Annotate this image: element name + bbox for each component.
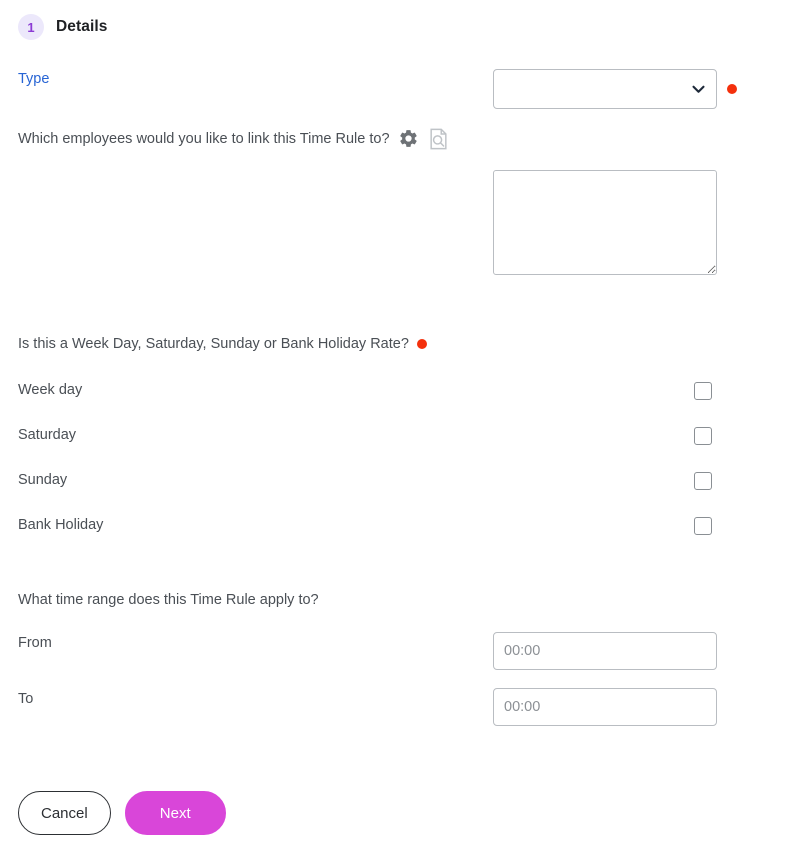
- sunday-row: Sunday: [18, 471, 768, 491]
- weekday-label: Week day: [18, 382, 83, 398]
- saturday-row: Saturday: [18, 426, 768, 446]
- employees-label: Which employees would you like to link t…: [18, 131, 390, 147]
- rate-type-label: Is this a Week Day, Saturday, Sunday or …: [18, 336, 409, 352]
- type-required-indicator: [727, 84, 737, 94]
- page-title: Details: [56, 18, 108, 35]
- rate-type-field-row: Is this a Week Day, Saturday, Sunday or …: [18, 335, 768, 355]
- employees-field-row: Which employees would you like to link t…: [18, 128, 768, 150]
- bank-holiday-row: Bank Holiday: [18, 516, 768, 536]
- sunday-checkbox[interactable]: [694, 472, 712, 490]
- sunday-label: Sunday: [18, 472, 68, 488]
- saturday-checkbox[interactable]: [694, 427, 712, 445]
- rate-type-required-indicator: [416, 339, 427, 349]
- type-control: [493, 69, 737, 109]
- type-select-wrapper[interactable]: [493, 69, 717, 109]
- to-time-input[interactable]: [493, 688, 717, 726]
- from-control: [493, 632, 717, 670]
- time-rule-form-page: 1 Details Type Which employees would you…: [0, 0, 786, 843]
- document-search-icon[interactable]: [428, 128, 449, 150]
- gear-icon[interactable]: [398, 128, 419, 149]
- weekday-checkbox[interactable]: [694, 382, 712, 400]
- saturday-label: Saturday: [18, 427, 77, 443]
- next-button[interactable]: Next: [124, 791, 226, 835]
- employees-control: [493, 170, 717, 280]
- time-range-question-row: What time range does this Time Rule appl…: [18, 591, 768, 611]
- from-time-input[interactable]: [493, 632, 717, 670]
- type-select[interactable]: [493, 69, 717, 109]
- type-label: Type: [18, 71, 50, 87]
- step-header: 1 Details: [18, 14, 108, 40]
- cancel-button[interactable]: Cancel: [18, 791, 111, 835]
- to-label: To: [18, 691, 34, 707]
- bank-holiday-checkbox[interactable]: [694, 517, 712, 535]
- weekday-row: Week day: [18, 381, 768, 401]
- bank-holiday-label: Bank Holiday: [18, 517, 104, 533]
- to-control: [493, 688, 717, 726]
- form-actions: Cancel Next: [18, 791, 226, 835]
- from-label: From: [18, 635, 52, 651]
- step-number-badge: 1: [18, 14, 44, 40]
- time-range-label: What time range does this Time Rule appl…: [18, 592, 319, 608]
- employees-textarea[interactable]: [493, 170, 717, 275]
